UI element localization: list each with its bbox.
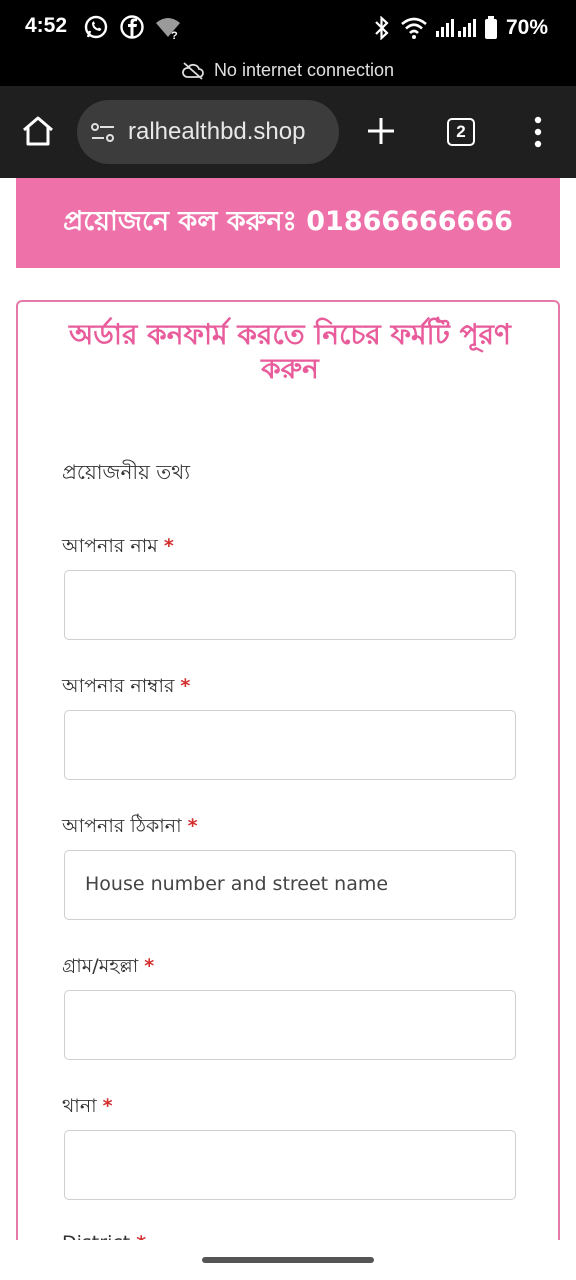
required-mark: *	[180, 675, 191, 697]
home-indicator[interactable]	[202, 1257, 374, 1263]
menu-icon[interactable]	[528, 114, 548, 150]
clock: 4:52	[25, 14, 68, 37]
call-banner-text: প্রয়োজনে কল করুনঃ 01866666666	[63, 205, 513, 237]
village-label: গ্রাম/মহল্লা *	[62, 955, 155, 977]
battery-percent: 70%	[505, 16, 548, 39]
call-banner[interactable]: প্রয়োজনে কল করুনঃ 01866666666	[16, 178, 560, 268]
status-bar: 4:52 ? 70%	[0, 0, 576, 55]
phone-input[interactable]	[64, 710, 516, 780]
signal-icon	[435, 19, 476, 37]
facebook-icon	[120, 15, 144, 39]
no-internet-banner: No internet connection	[0, 55, 576, 86]
browser-toolbar: ralhealthbd.shop 2	[0, 86, 576, 178]
name-input[interactable]	[64, 570, 516, 640]
address-bar[interactable]: ralhealthbd.shop	[77, 100, 339, 164]
status-right: 70%	[372, 14, 548, 42]
bluetooth-icon	[375, 16, 389, 40]
wifi-icon	[401, 17, 427, 39]
svg-text:?: ?	[171, 30, 178, 40]
site-settings-icon[interactable]	[89, 119, 117, 147]
wifi-question-icon: ?	[156, 18, 180, 40]
home-icon[interactable]	[20, 113, 56, 149]
address-label: আপনার ঠিকানা *	[62, 815, 198, 837]
thana-input[interactable]	[64, 1130, 516, 1200]
new-tab-icon[interactable]	[366, 116, 396, 146]
no-internet-text: No internet connection	[213, 60, 395, 80]
required-mark: *	[102, 1095, 113, 1117]
section-title: প্রয়োজনীয় তথ্য	[62, 460, 190, 484]
cloud-off-icon	[182, 61, 204, 80]
url-text[interactable]: ralhealthbd.shop	[128, 118, 305, 146]
name-label: আপনার নাম *	[62, 535, 174, 557]
phone-label: আপনার নাম্বার *	[62, 675, 191, 697]
required-mark: *	[187, 815, 198, 837]
address-placeholder: House number and street name	[85, 873, 389, 895]
form-title: অর্ডার কনফার্ম করতে নিচের ফর্মটি পূরণ কর…	[69, 318, 511, 385]
required-mark: *	[163, 535, 174, 557]
address-input[interactable]: House number and street name	[64, 850, 516, 920]
whatsapp-icon	[84, 15, 108, 39]
village-input[interactable]	[64, 990, 516, 1060]
order-form: অর্ডার কনফার্ম করতে নিচের ফর্মটি পূরণ কর…	[16, 300, 560, 1280]
required-mark: *	[144, 955, 155, 977]
tabs-icon[interactable]: 2	[447, 118, 475, 146]
thana-label: থানা *	[62, 1095, 113, 1117]
battery-icon	[484, 16, 497, 39]
